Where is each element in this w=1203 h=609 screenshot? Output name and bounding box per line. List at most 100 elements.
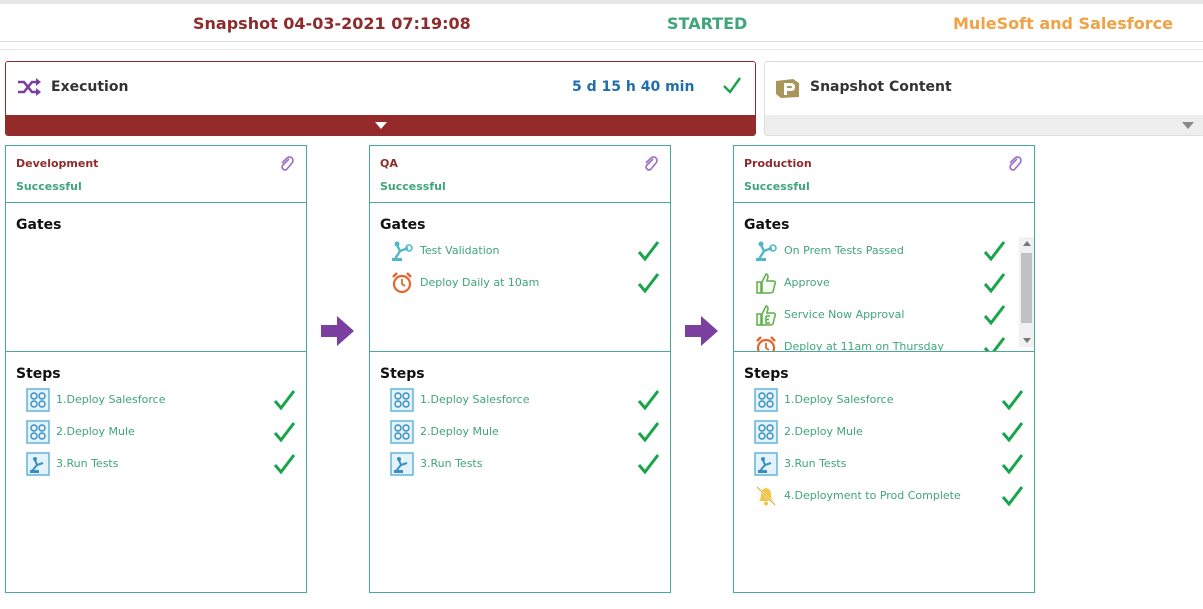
check-icon — [273, 454, 296, 475]
step-label[interactable]: 2.Deploy Mule — [784, 425, 863, 438]
gate-row[interactable]: On Prem Tests Passed — [754, 237, 1010, 265]
step-label[interactable]: 3.Run Tests — [784, 457, 846, 470]
step-row[interactable]: 2.Deploy Mule — [754, 418, 1026, 446]
gates-scrollbar[interactable] — [1019, 237, 1034, 347]
snapshot-content-panel[interactable]: Snapshot Content — [764, 61, 1203, 136]
gate-row[interactable]: Service Now Approval — [754, 301, 1010, 329]
gate-row[interactable]: Approve — [754, 269, 1010, 297]
stage-header: Development Successful — [6, 146, 306, 203]
paperclip-icon[interactable] — [278, 154, 294, 172]
scroll-thumb[interactable] — [1021, 253, 1032, 323]
caret-down-icon — [1182, 122, 1194, 129]
stage-status: Successful — [380, 180, 446, 193]
gates-section: Gates On Prem Tests Passed Approve Servi… — [734, 203, 1034, 352]
gate-label[interactable]: Deploy at 11am on Thursday — [784, 340, 944, 351]
robot-icon — [390, 452, 414, 476]
snapshot-content-header[interactable]: Snapshot Content — [765, 62, 1203, 115]
check-icon — [723, 77, 741, 94]
snapshot-expand-bar[interactable] — [765, 115, 1203, 135]
gates-title: Gates — [380, 217, 426, 233]
stage-development[interactable]: Development Successful Gates Steps 1.Dep… — [5, 145, 307, 593]
robot-icon — [26, 452, 50, 476]
step-row[interactable]: 1.Deploy Salesforce — [26, 386, 298, 414]
check-icon — [983, 337, 1006, 351]
snapshot-content-label: Snapshot Content — [810, 79, 952, 95]
deploy-icon — [754, 388, 778, 412]
execution-panel[interactable]: Execution 5 d 15 h 40 min — [5, 61, 756, 136]
check-icon — [273, 390, 296, 411]
step-label[interactable]: 2.Deploy Mule — [420, 425, 499, 438]
scroll-down-icon[interactable] — [1023, 338, 1031, 343]
check-icon — [983, 273, 1006, 294]
gate-label[interactable]: Approve — [784, 276, 830, 289]
stage-name: QA — [380, 157, 398, 170]
deploy-icon — [390, 388, 414, 412]
check-icon — [637, 422, 660, 443]
step-label[interactable]: 1.Deploy Salesforce — [420, 393, 529, 406]
project-name[interactable]: MuleSoft and Salesforce — [953, 14, 1173, 33]
package-icon — [776, 79, 799, 98]
stage-production[interactable]: Production Successful Gates On Prem Test… — [733, 145, 1035, 593]
step-row[interactable]: 3.Run Tests — [754, 450, 1026, 478]
check-icon — [637, 390, 660, 411]
stage-name: Production — [744, 157, 812, 170]
stage-header: Production Successful — [734, 146, 1034, 203]
step-row[interactable]: 3.Run Tests — [390, 450, 662, 478]
step-label[interactable]: 1.Deploy Salesforce — [56, 393, 165, 406]
alarm-clock-icon — [392, 272, 412, 294]
paperclip-icon[interactable] — [1006, 154, 1022, 172]
step-row[interactable]: 2.Deploy Mule — [390, 418, 662, 446]
gate-row[interactable]: Test Validation — [390, 237, 662, 265]
step-label[interactable]: 4.Deployment to Prod Complete — [784, 489, 961, 502]
gates-section: Gates Test Validation Deploy Daily at 10… — [370, 203, 670, 352]
gates-section: Gates — [6, 203, 306, 352]
check-icon — [637, 241, 660, 262]
check-icon — [273, 422, 296, 443]
check-icon — [983, 305, 1006, 326]
robot-arm-icon — [756, 241, 777, 261]
status-badge: STARTED — [667, 14, 748, 33]
step-row[interactable]: 4.Deployment to Prod Complete — [754, 482, 1026, 510]
gate-label[interactable]: Deploy Daily at 10am — [420, 276, 539, 289]
deploy-icon — [26, 388, 50, 412]
steps-title: Steps — [380, 366, 425, 382]
step-label[interactable]: 3.Run Tests — [56, 457, 118, 470]
gate-label[interactable]: Test Validation — [420, 244, 499, 257]
step-label[interactable]: 2.Deploy Mule — [56, 425, 135, 438]
stage-status: Successful — [16, 180, 82, 193]
step-row[interactable]: 2.Deploy Mule — [26, 418, 298, 446]
execution-duration: 5 d 15 h 40 min — [572, 79, 695, 95]
gate-row[interactable]: Deploy at 11am on Thursday — [754, 333, 1010, 351]
step-row[interactable]: 1.Deploy Salesforce — [754, 386, 1026, 414]
step-label[interactable]: 3.Run Tests — [420, 457, 482, 470]
steps-section: Steps 1.Deploy Salesforce 2.Deploy Mule … — [734, 352, 1034, 592]
gate-row[interactable]: Deploy Daily at 10am — [390, 269, 662, 297]
thumbs-up-icon — [756, 273, 777, 294]
paperclip-icon[interactable] — [642, 154, 658, 172]
thumbs-up-e-icon — [756, 305, 777, 326]
check-icon — [637, 273, 660, 294]
gate-label[interactable]: Service Now Approval — [784, 308, 904, 321]
steps-section: Steps 1.Deploy Salesforce 2.Deploy Mule … — [370, 352, 670, 592]
stage-name: Development — [16, 157, 99, 170]
step-label[interactable]: 1.Deploy Salesforce — [784, 393, 893, 406]
alarm-clock-icon — [756, 336, 776, 351]
step-row[interactable]: 3.Run Tests — [26, 450, 298, 478]
execution-label: Execution — [51, 79, 129, 95]
flow-arrow-icon — [321, 316, 354, 346]
steps-title: Steps — [16, 366, 61, 382]
gate-label[interactable]: On Prem Tests Passed — [784, 244, 904, 257]
bell-off-icon — [756, 486, 776, 506]
check-icon — [1001, 422, 1024, 443]
deploy-icon — [754, 420, 778, 444]
stage-qa[interactable]: QA Successful Gates Test Validation Depl… — [369, 145, 671, 593]
step-row[interactable]: 1.Deploy Salesforce — [390, 386, 662, 414]
check-icon — [1001, 486, 1024, 507]
execution-expand-bar[interactable] — [6, 115, 755, 135]
check-icon — [1001, 454, 1024, 475]
scroll-up-icon[interactable] — [1023, 241, 1031, 246]
execution-header[interactable]: Execution 5 d 15 h 40 min — [6, 62, 755, 115]
header-divider — [0, 49, 1203, 50]
steps-section: Steps 1.Deploy Salesforce 2.Deploy Mule … — [6, 352, 306, 592]
header: Snapshot 04-03-2021 07:19:08 STARTED Mul… — [0, 4, 1203, 42]
